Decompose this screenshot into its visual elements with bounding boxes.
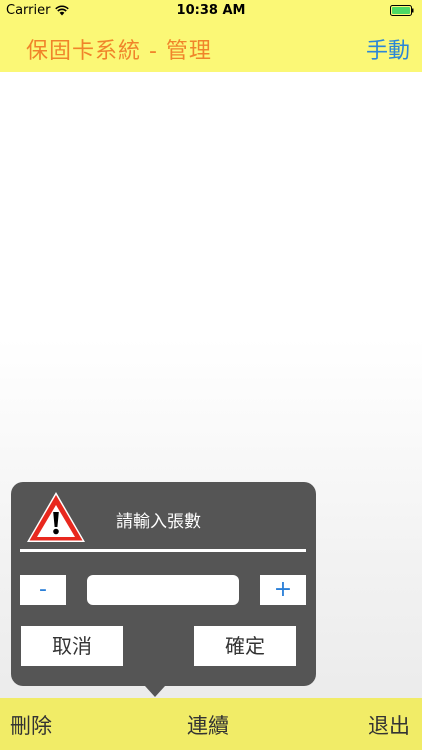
cancel-button[interactable]: 取消 <box>21 626 123 666</box>
popup-arrow <box>145 686 165 697</box>
exit-button[interactable]: 退出 <box>368 710 410 740</box>
popup-divider <box>20 549 306 552</box>
warning-icon <box>27 492 85 542</box>
delete-button[interactable]: 刪除 <box>10 710 52 740</box>
bottom-toolbar: 刪除 連續 退出 <box>0 698 422 750</box>
status-bar: Carrier 10:38 AM <box>0 0 422 22</box>
count-input-popup: 請輸入張數 - + 取消 確定 <box>11 482 316 686</box>
manual-button[interactable]: 手動 <box>366 33 410 65</box>
increment-button[interactable]: + <box>260 575 306 605</box>
decrement-button[interactable]: - <box>20 575 66 605</box>
navigation-bar: 保固卡系統 - 管理 手動 <box>0 22 422 72</box>
popup-title: 請輸入張數 <box>116 512 201 532</box>
page-title: 保固卡系統 - 管理 <box>26 39 212 64</box>
count-input[interactable] <box>87 575 239 605</box>
continuous-button[interactable]: 連續 <box>187 710 229 740</box>
battery-icon <box>390 5 414 16</box>
status-time: 10:38 AM <box>176 3 246 18</box>
confirm-button[interactable]: 確定 <box>194 626 296 666</box>
